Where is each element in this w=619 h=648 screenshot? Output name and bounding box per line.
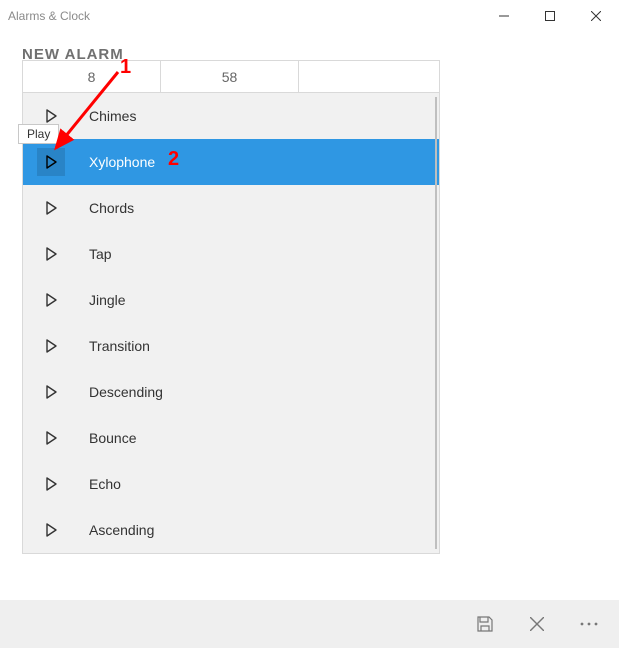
play-icon bbox=[44, 109, 58, 123]
more-button[interactable] bbox=[567, 602, 611, 646]
cancel-button[interactable] bbox=[515, 602, 559, 646]
minimize-icon bbox=[499, 11, 509, 21]
sound-item[interactable]: Transition bbox=[23, 323, 439, 369]
play-button[interactable] bbox=[37, 240, 65, 268]
more-icon bbox=[580, 622, 598, 626]
sound-item[interactable]: Descending bbox=[23, 369, 439, 415]
time-picker[interactable]: 8 58 bbox=[23, 61, 439, 93]
sound-label: Descending bbox=[89, 384, 163, 400]
play-button[interactable] bbox=[37, 332, 65, 360]
play-icon bbox=[44, 477, 58, 491]
minute-cell[interactable]: 58 bbox=[161, 61, 299, 93]
sound-item[interactable]: Ascending bbox=[23, 507, 439, 553]
sound-label: Echo bbox=[89, 476, 121, 492]
cancel-icon bbox=[530, 617, 544, 631]
play-icon bbox=[44, 247, 58, 261]
sound-item[interactable]: Xylophone bbox=[23, 139, 439, 185]
sound-item[interactable]: Jingle bbox=[23, 277, 439, 323]
play-icon bbox=[44, 339, 58, 353]
save-icon bbox=[476, 615, 494, 633]
play-button[interactable] bbox=[37, 424, 65, 452]
play-button[interactable] bbox=[37, 378, 65, 406]
play-button[interactable] bbox=[37, 470, 65, 498]
sound-label: Xylophone bbox=[89, 154, 155, 170]
sound-item[interactable]: Tap bbox=[23, 231, 439, 277]
sound-label: Chimes bbox=[89, 108, 136, 124]
save-button[interactable] bbox=[463, 602, 507, 646]
alarm-editor: 8 58 Chimes Xylophone Chords Tap Jingle Trans… bbox=[22, 60, 440, 554]
play-icon bbox=[44, 155, 58, 169]
sound-item[interactable]: Echo bbox=[23, 461, 439, 507]
close-window-button[interactable] bbox=[573, 0, 619, 32]
hour-cell[interactable]: 8 bbox=[23, 61, 161, 93]
play-button[interactable] bbox=[37, 148, 65, 176]
play-icon bbox=[44, 293, 58, 307]
command-bar bbox=[0, 600, 619, 648]
play-icon bbox=[44, 523, 58, 537]
play-icon bbox=[44, 431, 58, 445]
window-controls bbox=[481, 0, 619, 32]
sound-label: Ascending bbox=[89, 522, 154, 538]
ampm-cell[interactable] bbox=[299, 61, 439, 93]
app-title: Alarms & Clock bbox=[8, 9, 90, 23]
play-tooltip: Play bbox=[18, 124, 59, 144]
maximize-icon bbox=[545, 11, 555, 21]
play-icon bbox=[44, 201, 58, 215]
app-window: Alarms & Clock NEW ALARM 8 58 ChimesXylo… bbox=[0, 0, 619, 648]
sound-item[interactable]: Bounce bbox=[23, 415, 439, 461]
play-button[interactable] bbox=[37, 516, 65, 544]
sound-label: Bounce bbox=[89, 430, 136, 446]
play-button[interactable] bbox=[37, 286, 65, 314]
sound-item[interactable]: Chords bbox=[23, 185, 439, 231]
sound-item[interactable]: Chimes bbox=[23, 93, 439, 139]
sound-label: Tap bbox=[89, 246, 112, 262]
minimize-button[interactable] bbox=[481, 0, 527, 32]
sound-label: Jingle bbox=[89, 292, 126, 308]
title-bar: Alarms & Clock bbox=[0, 0, 619, 32]
close-icon bbox=[591, 11, 601, 21]
sound-label: Chords bbox=[89, 200, 134, 216]
maximize-button[interactable] bbox=[527, 0, 573, 32]
sound-list: Chimes Xylophone Chords Tap Jingle Transition… bbox=[23, 93, 439, 553]
sound-label: Transition bbox=[89, 338, 150, 354]
play-icon bbox=[44, 385, 58, 399]
scrollbar[interactable] bbox=[435, 97, 437, 549]
play-button[interactable] bbox=[37, 194, 65, 222]
